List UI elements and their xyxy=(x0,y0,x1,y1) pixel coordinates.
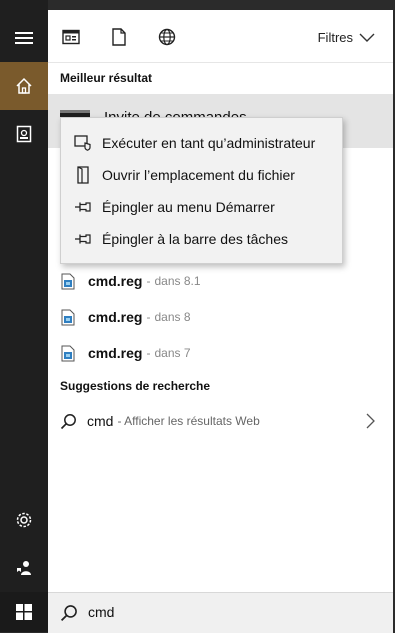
settings-button[interactable] xyxy=(0,496,48,544)
result-row[interactable]: cmd.reg - dans 8 xyxy=(48,299,393,335)
search-icon xyxy=(60,413,77,430)
apps-filter-button[interactable] xyxy=(60,26,82,48)
start-button[interactable] xyxy=(0,592,48,632)
result-name: cmd.reg xyxy=(88,273,143,289)
reg-file-icon xyxy=(60,272,76,290)
web-suggestion-row[interactable]: cmd - Afficher les résultats Web xyxy=(48,404,393,438)
result-location: dans 8.1 xyxy=(154,274,201,288)
result-location: dans 7 xyxy=(154,346,191,360)
result-separator: - xyxy=(146,274,151,288)
suggestions-heading: Suggestions de recherche xyxy=(60,379,211,393)
home-icon xyxy=(16,77,32,94)
chevron-down-icon xyxy=(359,33,375,42)
best-match-heading: Meilleur résultat xyxy=(60,71,153,85)
context-menu-item-open-location[interactable]: Ouvrir l’emplacement du fichier xyxy=(61,159,342,191)
result-separator: - xyxy=(146,310,151,324)
hamburger-icon xyxy=(15,32,33,44)
web-filter-button[interactable] xyxy=(156,26,178,48)
context-menu-label: Épingler à la barre des tâches xyxy=(102,231,288,247)
result-row[interactable]: cmd.reg - dans 7 xyxy=(48,335,393,371)
result-row[interactable]: cmd.reg - dans 8.1 xyxy=(48,263,393,299)
result-name: cmd.reg xyxy=(88,309,143,325)
chevron-right-icon[interactable] xyxy=(366,413,375,429)
document-icon xyxy=(112,28,126,46)
globe-icon xyxy=(158,28,176,46)
filters-dropdown[interactable]: Filtres xyxy=(318,30,375,45)
result-name: cmd.reg xyxy=(88,345,143,361)
file-location-icon xyxy=(73,165,93,185)
context-menu-label: Épingler au menu Démarrer xyxy=(102,199,275,215)
feedback-person-icon xyxy=(17,561,31,575)
result-separator: - xyxy=(146,346,151,360)
filters-label: Filtres xyxy=(317,30,353,45)
context-menu-label: Ouvrir l’emplacement du fichier xyxy=(102,167,295,183)
hamburger-menu-button[interactable] xyxy=(0,14,48,62)
context-menu: Exécuter en tant qu’administrateur Ouvri… xyxy=(60,117,343,264)
left-rail xyxy=(0,0,48,632)
gear-icon xyxy=(16,512,32,528)
pin-icon xyxy=(73,229,93,249)
search-input[interactable]: cmd xyxy=(88,604,114,620)
windows-logo-icon xyxy=(16,604,32,620)
context-menu-item-pin-start[interactable]: Épingler au menu Démarrer xyxy=(61,191,342,223)
feedback-button[interactable] xyxy=(0,544,48,592)
web-suggestion-hint: - Afficher les résultats Web xyxy=(117,414,260,428)
context-menu-label: Exécuter en tant qu’administrateur xyxy=(102,135,316,151)
run-as-admin-icon xyxy=(73,133,93,153)
result-location: dans 8 xyxy=(154,310,191,324)
search-box[interactable]: cmd xyxy=(48,592,393,633)
reg-file-icon xyxy=(60,344,76,362)
search-icon xyxy=(60,604,78,622)
notebook-icon xyxy=(16,125,32,143)
documents-filter-button[interactable] xyxy=(108,26,130,48)
app-window-icon xyxy=(62,29,80,45)
reg-file-icon xyxy=(60,308,76,326)
notebook-button[interactable] xyxy=(0,110,48,158)
filter-toolbar: Filtres xyxy=(48,10,393,63)
context-menu-item-run-as-admin[interactable]: Exécuter en tant qu’administrateur xyxy=(61,127,342,159)
context-menu-item-pin-taskbar[interactable]: Épingler à la barre des tâches xyxy=(61,223,342,255)
pin-icon xyxy=(73,197,93,217)
web-suggestion-query: cmd xyxy=(87,413,114,429)
home-button[interactable] xyxy=(0,62,48,110)
